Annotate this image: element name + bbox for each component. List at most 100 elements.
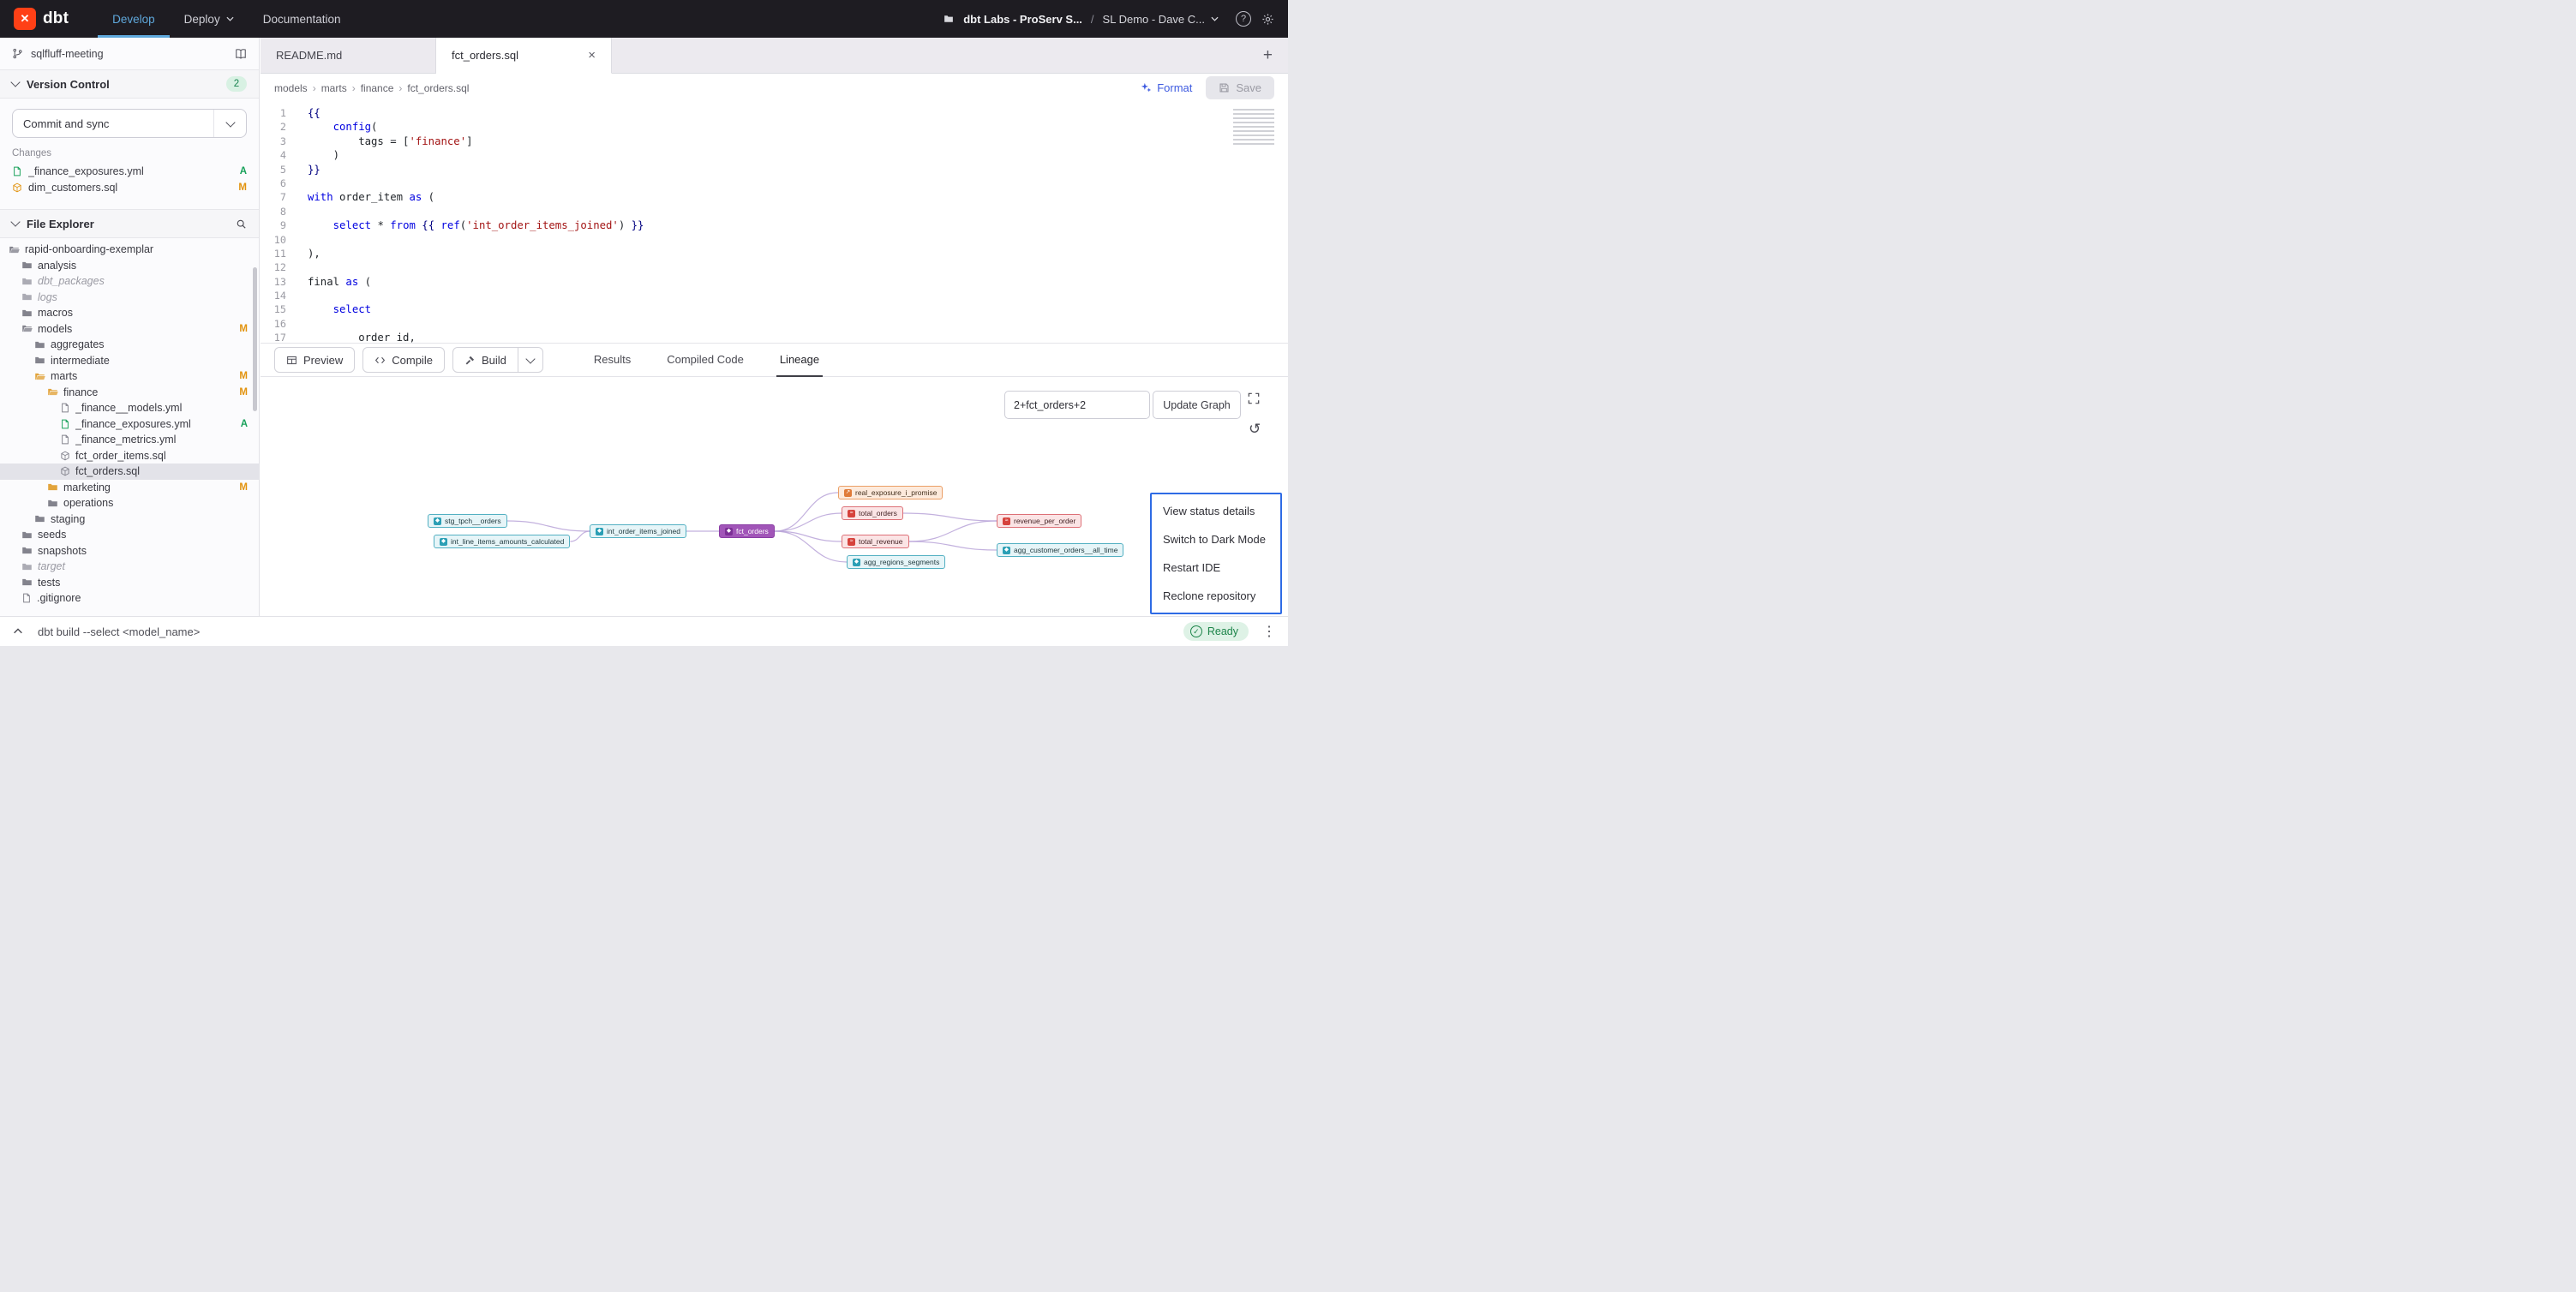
tree-item-_finance__models.yml[interactable]: _finance__models.yml <box>0 400 259 416</box>
preview-button[interactable]: Preview <box>274 347 355 373</box>
lineage-node-int_order_items_joined[interactable]: ◆int_order_items_joined <box>590 524 686 538</box>
reset-view-icon[interactable]: ↺ <box>1249 422 1261 436</box>
change-status: M <box>238 182 247 193</box>
tree-item-marts[interactable]: martsM <box>0 368 259 385</box>
lineage-node-int_line_items_amounts_calculated[interactable]: ◆int_line_items_amounts_calculated <box>434 535 570 548</box>
build-options-chevron[interactable] <box>518 348 542 372</box>
nav-label: Documentation <box>263 13 341 26</box>
tree-item-logs[interactable]: logs <box>0 290 259 306</box>
tree-item-fct_order_items.sql[interactable]: fct_order_items.sql <box>0 448 259 464</box>
expand-command-bar-chevron[interactable] <box>12 625 24 637</box>
format-button[interactable]: Format <box>1141 81 1192 94</box>
version-control-header[interactable]: Version Control 2 <box>0 69 259 99</box>
tree-item-rapid-onboarding-exemplar[interactable]: rapid-onboarding-exemplar <box>0 242 259 258</box>
nav-documentation[interactable]: Documentation <box>249 0 356 38</box>
settings-gear-icon[interactable] <box>1261 13 1274 26</box>
tree-item-aggregates[interactable]: aggregates <box>0 337 259 353</box>
tree-item-name: dbt_packages <box>38 275 248 287</box>
lineage-node-fct_orders[interactable]: ◆fct_orders <box>719 524 775 538</box>
commit-options-chevron[interactable] <box>213 110 246 137</box>
file-icon <box>60 434 70 445</box>
docs-book-icon[interactable] <box>235 48 247 60</box>
tree-item-marketing[interactable]: marketingM <box>0 480 259 496</box>
tree-item-_finance_metrics.yml[interactable]: _finance_metrics.yml <box>0 432 259 448</box>
tree-item-analysis[interactable]: analysis <box>0 258 259 274</box>
git-status: M <box>239 324 248 334</box>
compile-button[interactable]: Compile <box>362 347 445 373</box>
lineage-panel: ◆stg_tpch__orders ◆int_line_items_amounts… <box>261 377 1288 616</box>
lineage-edge <box>570 531 590 541</box>
lineage-node-stg_tpch__orders[interactable]: ◆stg_tpch__orders <box>428 514 507 528</box>
tree-item-finance[interactable]: financeM <box>0 385 259 401</box>
close-tab-icon[interactable]: × <box>588 48 596 63</box>
scrollbar[interactable] <box>253 267 257 411</box>
lineage-node-total_revenue[interactable]: ≈total_revenue <box>842 535 909 548</box>
lineage-selector-input[interactable] <box>1004 391 1150 419</box>
breadcrumb-separator: / <box>1091 13 1094 26</box>
commit-and-sync-button[interactable]: Commit and sync <box>12 109 247 138</box>
breadcrumb-item: fct_orders.sql <box>407 82 469 94</box>
lineage-node-total_orders[interactable]: ≈total_orders <box>842 506 903 520</box>
tab-results[interactable]: Results <box>590 343 634 377</box>
version-control-title: Version Control <box>27 78 219 91</box>
nav-deploy[interactable]: Deploy <box>170 0 249 38</box>
new-tab-button[interactable]: + <box>1263 38 1273 74</box>
command-bar: dbt build --select <model_name> ✓ Ready … <box>0 616 1288 646</box>
tree-item-dbt_packages[interactable]: dbt_packages <box>0 273 259 290</box>
tree-item-seeds[interactable]: seeds <box>0 527 259 543</box>
change-item[interactable]: _finance_exposures.ymlA <box>0 163 259 179</box>
line-number: 3 <box>261 135 286 148</box>
folder-icon <box>34 339 45 350</box>
tree-item-macros[interactable]: macros <box>0 305 259 321</box>
search-icon[interactable] <box>236 218 247 230</box>
menu-item-reclone-repository[interactable]: Reclone repository <box>1152 582 1280 610</box>
file-explorer-header[interactable]: File Explorer <box>0 209 259 238</box>
folder-icon <box>9 244 20 255</box>
status-label: Ready <box>1207 625 1238 637</box>
tree-item-models[interactable]: modelsM <box>0 321 259 338</box>
lineage-node-agg_regions_segments[interactable]: ◆agg_regions_segments <box>847 555 945 569</box>
lineage-node-revenue_per_order[interactable]: ≈revenue_per_order <box>997 514 1081 528</box>
chevron-down-icon <box>1211 16 1219 21</box>
lineage-node-agg_customer_orders__all_time[interactable]: ◆agg_customer_orders__all_time <box>997 543 1123 557</box>
dbt-logo[interactable]: ✕ dbt <box>14 8 69 30</box>
changes-list: _finance_exposures.ymlAdim_customers.sql… <box>0 163 259 195</box>
menu-item-view-status-details[interactable]: View status details <box>1152 497 1280 525</box>
save-button[interactable]: Save <box>1206 76 1274 99</box>
tree-item-.gitignore[interactable]: .gitignore <box>0 590 259 607</box>
update-graph-button[interactable]: Update Graph <box>1153 391 1241 419</box>
tree-item-name: seeds <box>38 529 248 541</box>
project-selector[interactable]: SL Demo - Dave C... <box>1103 13 1219 26</box>
build-button[interactable]: Build <box>452 347 543 373</box>
tab-fct_orders.sql[interactable]: fct_orders.sql× <box>436 38 612 74</box>
tab-compiled-code[interactable]: Compiled Code <box>663 343 747 377</box>
code-editor[interactable]: 1{{2 config(3 tags = ['finance']4 )5}}67… <box>261 102 1288 343</box>
account-name[interactable]: dbt Labs - ProServ S... <box>963 13 1082 26</box>
tab-README.md[interactable]: README.md <box>261 38 436 73</box>
menu-item-restart-ide[interactable]: Restart IDE <box>1152 553 1280 582</box>
result-tabs: Results Compiled Code Lineage <box>576 343 837 377</box>
project-name: SL Demo - Dave C... <box>1103 13 1205 26</box>
tree-item-operations[interactable]: operations <box>0 495 259 511</box>
tree-item-staging[interactable]: staging <box>0 511 259 528</box>
dbt-command-input[interactable]: dbt build --select <model_name> <box>38 625 200 638</box>
nav-label: Develop <box>112 13 155 26</box>
minimap[interactable] <box>1233 109 1274 145</box>
tree-item-fct_orders.sql[interactable]: fct_orders.sql <box>0 464 259 480</box>
fullscreen-icon[interactable] <box>1248 392 1260 404</box>
tree-item-target[interactable]: target <box>0 559 259 575</box>
menu-item-switch-to-dark-mode[interactable]: Switch to Dark Mode <box>1152 525 1280 553</box>
line-number: 11 <box>261 247 286 260</box>
tree-item-intermediate[interactable]: intermediate <box>0 353 259 369</box>
tree-item-snapshots[interactable]: snapshots <box>0 543 259 559</box>
nav-develop[interactable]: Develop <box>98 0 170 38</box>
lineage-node-real_exposure_i_promise[interactable]: ↗real_exposure_i_promise <box>838 486 943 499</box>
change-item[interactable]: dim_customers.sqlM <box>0 179 259 195</box>
tree-item-name: fct_order_items.sql <box>75 450 248 462</box>
overflow-menu-icon[interactable]: ⋮ <box>1262 623 1276 640</box>
tree-item-tests[interactable]: tests <box>0 575 259 591</box>
tree-item-_finance_exposures.yml[interactable]: _finance_exposures.ymlA <box>0 416 259 433</box>
node-label: total_orders <box>859 509 897 517</box>
help-button[interactable]: ? <box>1236 11 1251 27</box>
tab-lineage[interactable]: Lineage <box>776 343 823 377</box>
